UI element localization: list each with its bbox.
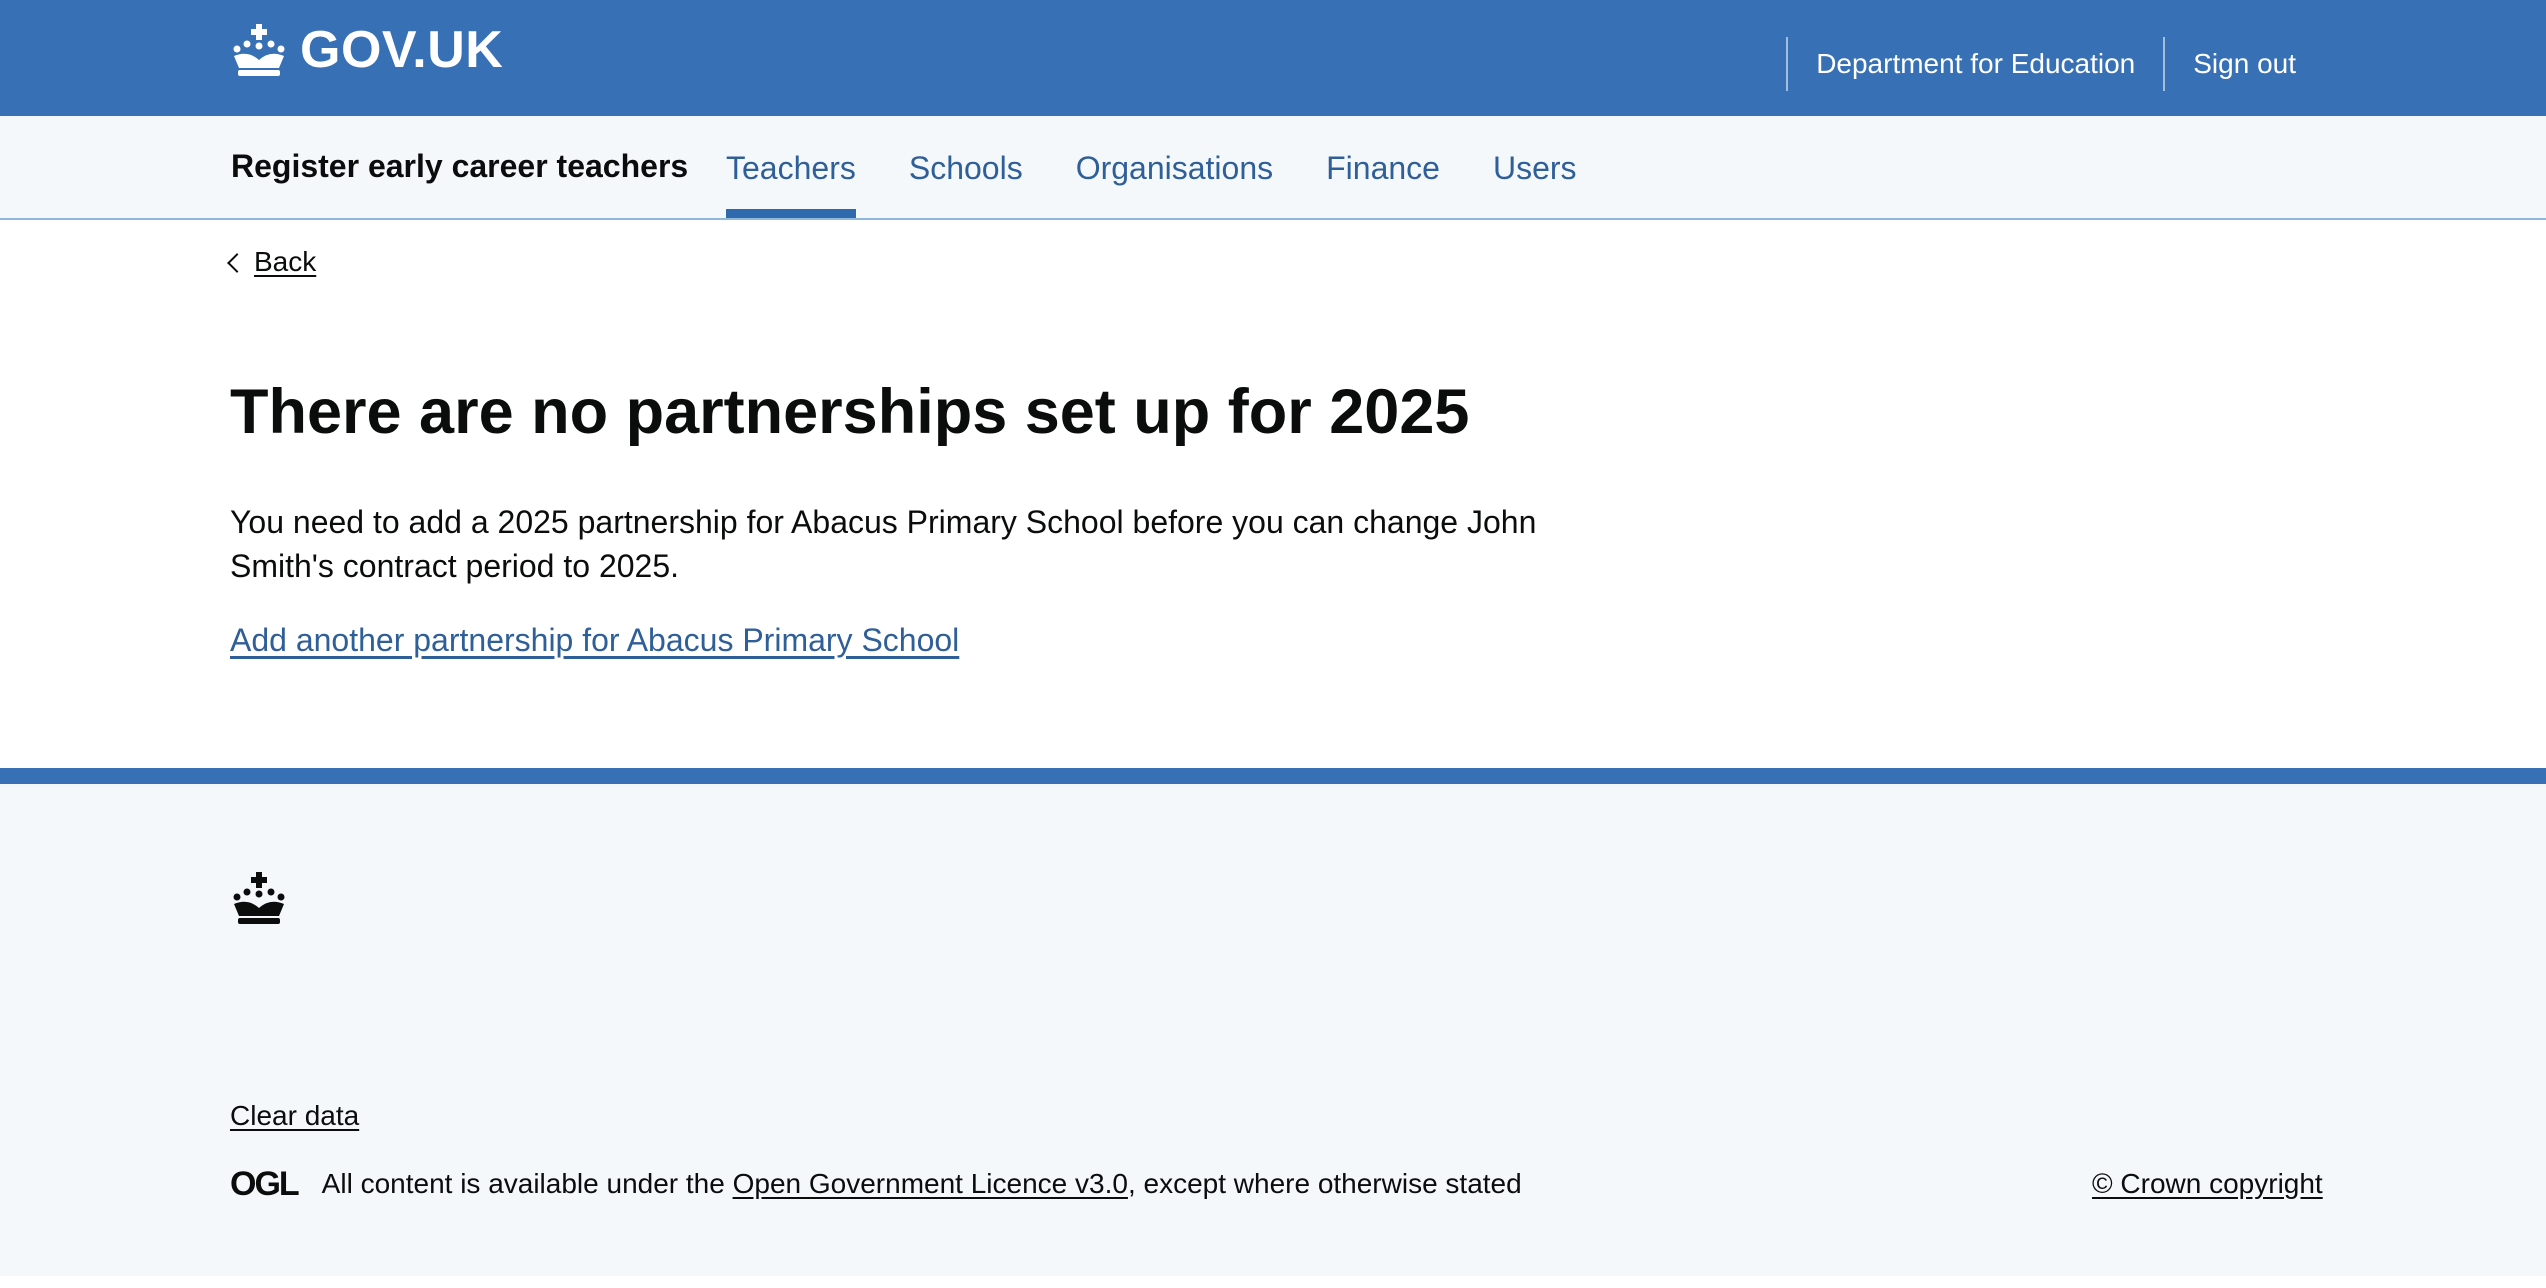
govuk-footer: Clear data OGL All content is available … (0, 768, 2546, 1276)
sign-out-link[interactable]: Sign out (2165, 48, 2546, 80)
ogl-logo-icon: OGL (230, 1164, 300, 1203)
nav-item-users[interactable]: Users (1493, 116, 1577, 218)
crown-copyright-link[interactable]: © Crown copyright (2092, 1168, 2323, 1200)
department-link[interactable]: Department for Education (1788, 48, 2163, 80)
clear-data-link[interactable]: Clear data (230, 1100, 359, 1132)
govuk-header: GOV.UK Department for Education Sign out (0, 0, 2546, 116)
govuk-logo-text: GOV.UK (300, 21, 504, 79)
chevron-left-icon (227, 253, 247, 273)
govuk-logo-link[interactable]: GOV.UK (230, 20, 503, 80)
back-link[interactable]: Back (227, 246, 317, 278)
service-nav-list: Teachers Schools Organisations Finance U… (726, 116, 1630, 218)
service-name[interactable]: Register early career teachers (231, 148, 688, 185)
crown-icon (230, 22, 288, 78)
nav-item-organisations[interactable]: Organisations (1076, 116, 1273, 218)
nav-item-finance[interactable]: Finance (1326, 116, 1440, 218)
nav-item-schools[interactable]: Schools (909, 116, 1023, 218)
licence-suffix: , except where otherwise stated (1127, 1168, 1522, 1199)
open-government-licence-link[interactable]: Open Government Licence v3.0 (733, 1168, 1128, 1200)
body-text: You need to add a 2025 partnership for A… (230, 504, 1537, 584)
page-title: There are no partnerships set up for 202… (230, 377, 1470, 447)
add-partnership-link[interactable]: Add another partnership for Abacus Prima… (230, 622, 959, 659)
back-label: Back (254, 246, 317, 277)
service-navigation: Register early career teachers Teachers … (0, 116, 2546, 220)
licence-prefix: All content is available under the (321, 1168, 733, 1199)
licence-row: OGL All content is available under the O… (230, 1164, 1522, 1204)
nav-item-teachers[interactable]: Teachers (726, 116, 856, 218)
crown-icon (230, 870, 288, 931)
header-navigation: Department for Education Sign out (1786, 36, 2546, 92)
